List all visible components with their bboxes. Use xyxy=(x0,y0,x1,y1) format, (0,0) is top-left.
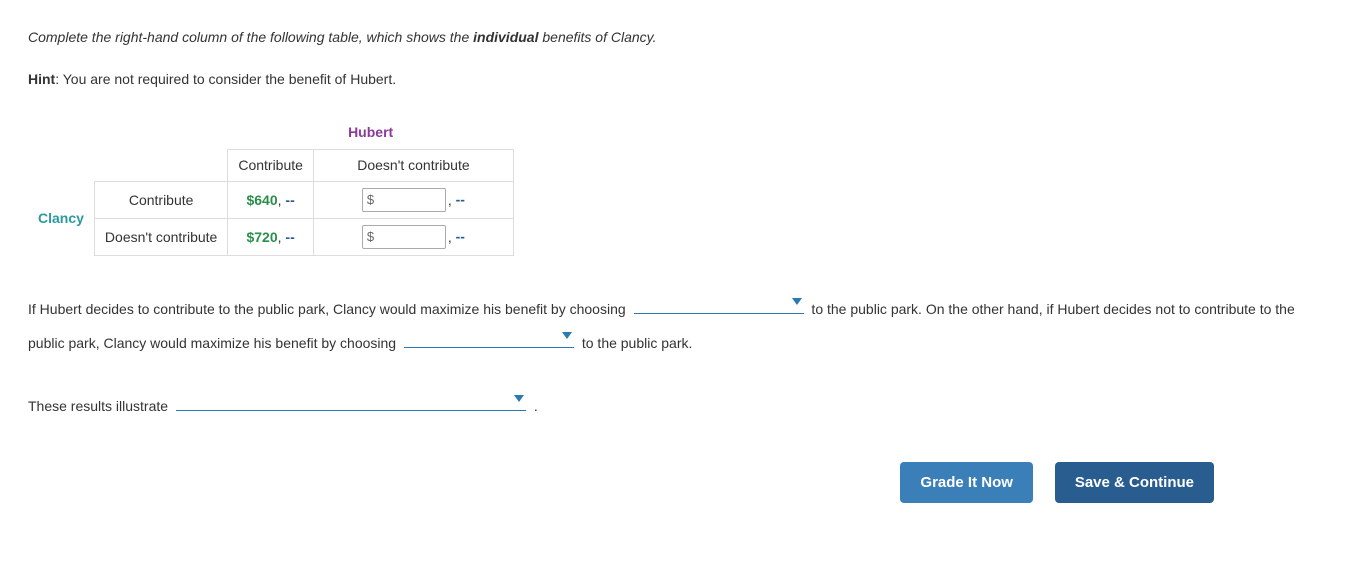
grade-it-now-button[interactable]: Grade It Now xyxy=(900,462,1033,503)
action-button-row: Grade It Now Save & Continue xyxy=(28,462,1334,503)
payoff-input-r1c2[interactable] xyxy=(362,188,446,212)
payoff-dash: -- xyxy=(456,192,465,208)
chevron-down-icon xyxy=(562,332,572,339)
dropdown-choice-3[interactable] xyxy=(176,389,526,411)
save-continue-button[interactable]: Save & Continue xyxy=(1055,462,1214,503)
chevron-down-icon xyxy=(792,298,802,305)
cell-doesnt-contribute: $720, -- xyxy=(228,219,314,256)
cell-contribute-doesnt: $ , -- xyxy=(313,182,513,219)
row-header-doesnt-contribute: Doesn't contribute xyxy=(94,219,227,256)
payoff-input-r2c2[interactable] xyxy=(362,225,446,249)
payoff-dash: -- xyxy=(285,192,294,208)
row-header-contribute: Contribute xyxy=(94,182,227,219)
cell-contribute-contribute: $640, -- xyxy=(228,182,314,219)
hint-text: Hint: You are not required to consider t… xyxy=(28,70,1334,90)
hint-body: : You are not required to consider the b… xyxy=(55,71,396,87)
fill-in-paragraph-2: These results illustrate . xyxy=(28,389,1334,422)
payoff-dash: -- xyxy=(456,229,465,245)
instruction-post: benefits of Clancy. xyxy=(538,29,656,45)
payoff-dash: -- xyxy=(285,229,294,245)
cell-doesnt-doesnt: $ , -- xyxy=(313,219,513,256)
column-player-label: Hubert xyxy=(228,117,514,149)
fill-in-paragraph-1: If Hubert decides to contribute to the p… xyxy=(28,292,1334,358)
dropdown-choice-1[interactable] xyxy=(634,292,804,314)
row-player-label: Clancy xyxy=(28,182,94,256)
instruction-bold: individual xyxy=(473,29,538,45)
instruction-pre: Complete the right-hand column of the fo… xyxy=(28,29,473,45)
col-header-doesnt-contribute: Doesn't contribute xyxy=(313,149,513,182)
col-header-contribute: Contribute xyxy=(228,149,314,182)
payoff-table: Hubert Contribute Doesn't contribute Cla… xyxy=(28,117,1334,256)
payoff-value: $720 xyxy=(246,229,277,245)
payoff-value: $640 xyxy=(246,192,277,208)
hint-label: Hint xyxy=(28,71,55,87)
instruction-text: Complete the right-hand column of the fo… xyxy=(28,28,1334,48)
dropdown-choice-2[interactable] xyxy=(404,326,574,348)
chevron-down-icon xyxy=(514,395,524,402)
